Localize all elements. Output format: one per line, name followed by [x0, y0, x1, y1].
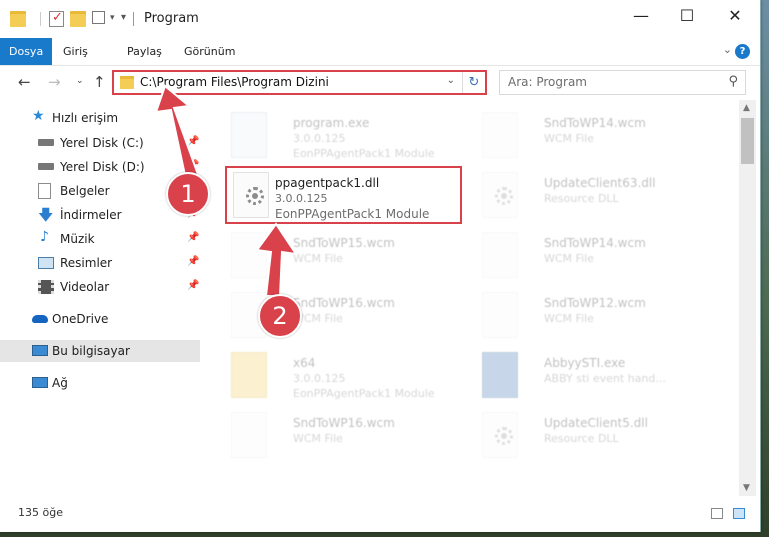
- annotation-arrows: [154, 84, 299, 297]
- step-marker-2: 2: [258, 294, 302, 338]
- step-marker-1: 1: [166, 172, 210, 216]
- arrow-to-dll-file: [255, 222, 299, 297]
- arrow-to-address-bar: [154, 84, 202, 181]
